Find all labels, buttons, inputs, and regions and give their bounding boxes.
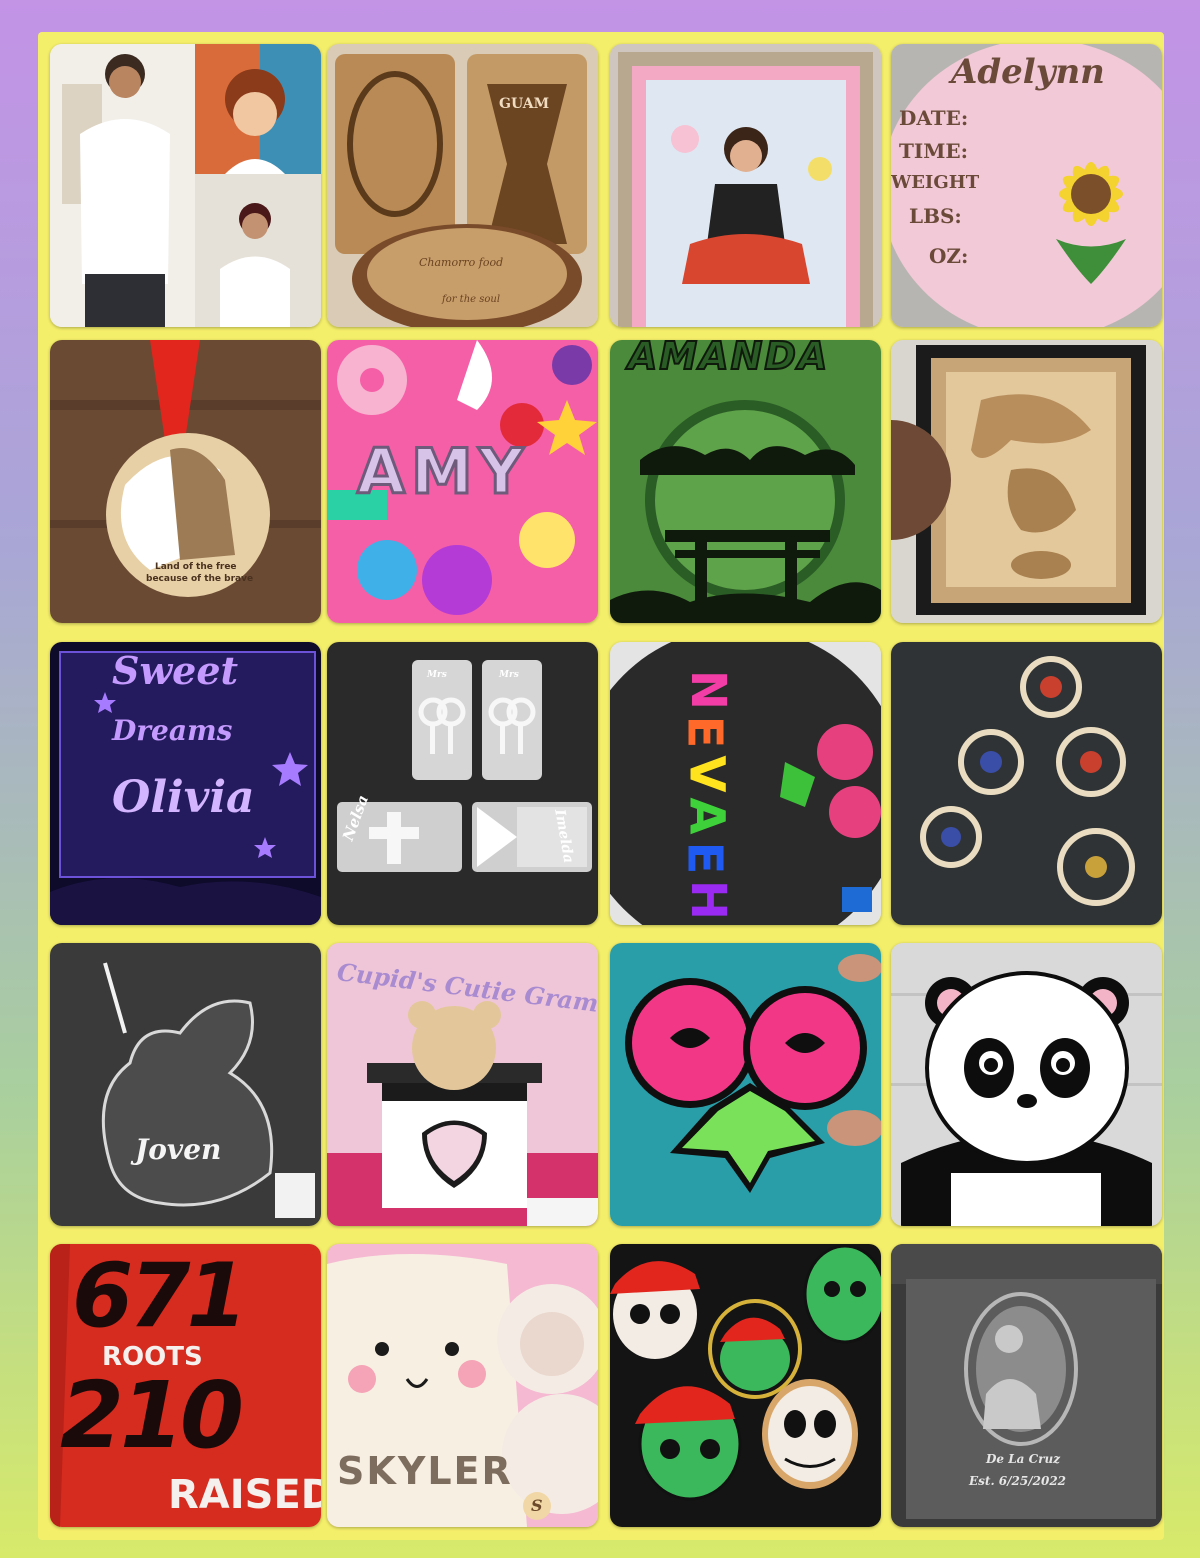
panda-illustration [891,943,1162,1226]
guam-engraving: GUAM [499,96,550,112]
reindeer-ornament-photo [50,943,321,1226]
keychains-photo [327,642,598,925]
olivia-text: Olivia [112,772,255,823]
field-time: TIME: [899,139,969,163]
number-210: 210 [60,1362,244,1469]
field-oz: OZ: [929,244,969,268]
field-lbs: LBS: [909,204,962,228]
baby-name: Adelynn [951,52,1105,92]
rose-papercut-photo [610,943,881,1226]
nightmare-ornaments-photo [610,1244,881,1527]
dolphin-shadow-box-photo [891,340,1162,623]
tile-nevaeh-letters: N E V A E H [610,642,881,925]
cutting-boards-photo [327,44,598,327]
field-weight: WEIGHT [891,172,980,193]
letter-a: A [678,797,735,835]
tile-caricature-portrait [50,44,321,327]
tile-reindeer-ornament: Joven [50,943,321,1226]
tile-skyler-lamb-bag: SKYLER S [327,1244,598,1527]
tile-snowflake-ornaments [891,642,1162,925]
letter-e1: E [676,715,733,749]
letter-e2: E [676,841,733,875]
ornament-line-1: Land of the free [155,562,237,572]
letter-n: N [680,669,737,711]
letter-h: H [680,879,737,921]
tile-panda-art [891,943,1162,1226]
number-671: 671 [72,1244,248,1347]
skyler-name: SKYLER [337,1449,513,1493]
sweet-text: Sweet [112,648,239,693]
ornament-line-2: because of the brave [146,574,254,584]
tile-framed-candy-portrait [610,44,881,327]
mrs-tag-1: Mrs [427,670,447,680]
caricature-photo [50,44,321,327]
raised-text: RAISED [168,1472,321,1518]
family-name: De La Cruz [986,1452,1061,1466]
torii-silhouette-art [610,340,881,623]
tile-acrylic-keychains: Mrs Mrs Nelsa Imelda [327,642,598,925]
monogram-badge: S [531,1496,543,1515]
framed-portrait-photo [610,44,881,327]
nevaeh-sign-photo [610,642,881,925]
for-the-soul-engraving: for the soul [442,294,501,305]
tile-birth-announcement-sign: Adelynn DATE: TIME: WEIGHT LBS: OZ: [891,44,1162,327]
tile-amy-candy-art: AMY [327,340,598,623]
tile-cupid-cutie-gram: Cupid's Cutie Gram [327,943,598,1226]
tile-amanda-torii-silhouette: AMANDA [610,340,881,623]
tile-veteran-ornament: Land of the free because of the brave [50,340,321,623]
collage-board: GUAM Chamorro food for the soul Adelynn … [38,32,1164,1540]
tile-sweet-dreams-night-light: Sweet Dreams Olivia [50,642,321,925]
dreams-text: Dreams [112,714,233,747]
joven-name: Joven [135,1133,222,1166]
field-date: DATE: [899,106,969,130]
tile-engraved-cutting-boards: GUAM Chamorro food for the soul [327,44,598,327]
tile-671-roots-shirt: 671 ROOTS 210 RAISED [50,1244,321,1527]
tile-nightmare-ornaments [610,1244,881,1527]
tile-dolphin-shadow-box [891,340,1162,623]
established-date: Est. 6/25/2022 [969,1474,1067,1488]
snowflake-ornaments-photo [891,642,1162,925]
chamorro-food-engraving: Chamorro food [419,256,504,269]
mrs-tag-2: Mrs [499,670,519,680]
amy-bubble-letters: AMY [356,434,530,510]
tile-engraved-slate-portrait: De La Cruz Est. 6/25/2022 [891,1244,1162,1527]
tile-rose-papercut [610,943,881,1226]
letter-v: V [678,755,735,793]
amanda-title: AMANDA [627,340,830,379]
